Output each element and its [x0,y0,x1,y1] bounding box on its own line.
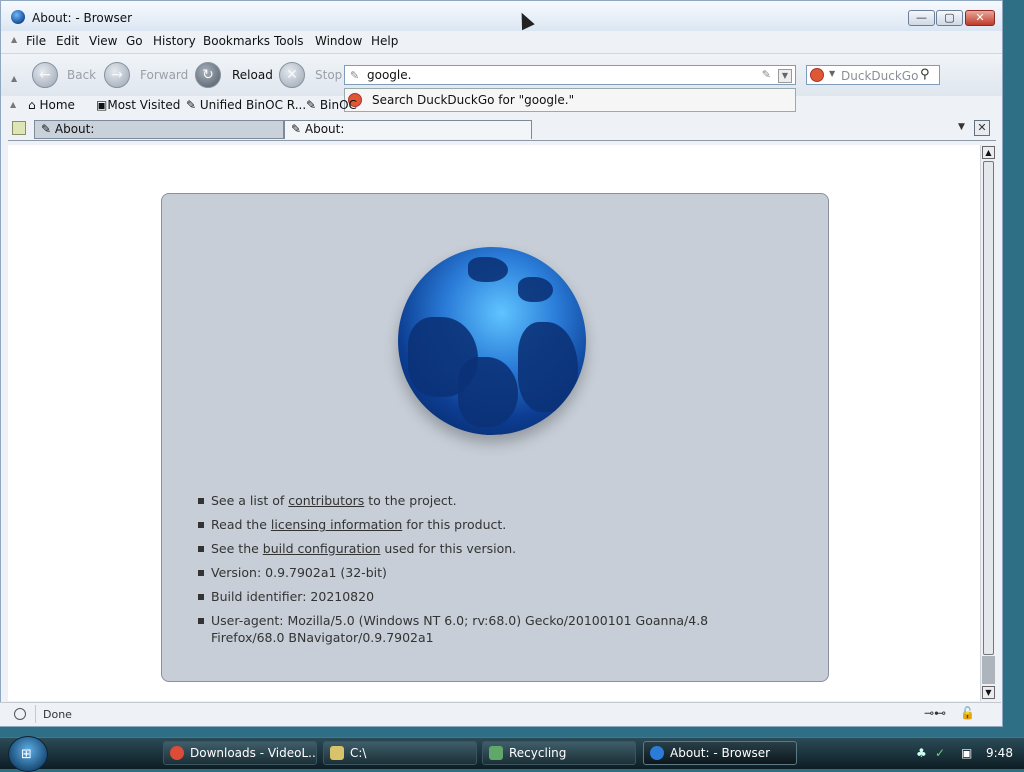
menu-history[interactable]: History [153,34,196,48]
stop-button[interactable]: Stop [315,68,342,82]
status-divider [35,705,36,723]
search-bar[interactable]: ▼ DuckDuckGo ⚲ [806,65,940,85]
stop-icon[interactable]: ✕ [279,62,305,88]
chrome-icon [170,746,184,760]
globe-logo-icon [398,247,586,435]
menu-edit[interactable]: Edit [56,34,79,48]
version-text: Version: 0.9.7902a1 (32-bit) [195,564,761,581]
build-identifier-text: Build identifier: 20210820 [195,588,761,605]
taskbar-item-browser[interactable]: About: - Browser [643,741,797,765]
page-icon: ✎ [41,122,52,136]
licensing-information-link[interactable]: licensing information [271,517,402,532]
tab-list-dropdown-icon[interactable]: ▼ [958,122,965,132]
taskbar-item-downloads[interactable]: Downloads - VideoL... [163,741,317,765]
close-tab-icon[interactable]: ✕ [974,120,990,136]
build-configuration-link[interactable]: build configuration [263,541,381,556]
window-title: About: - Browser [32,11,133,25]
menu-tools[interactable]: Tools [274,34,304,48]
online-plug-icon[interactable]: ⊸⊷ [924,706,946,720]
tab-about-2[interactable]: ✎ About: [284,120,532,139]
reload-button[interactable]: Reload [232,68,273,82]
autocomplete-popup[interactable]: Search DuckDuckGo for "google." [344,88,796,112]
title-bar[interactable]: About: - Browser — ▢ ✕ [1,1,1002,31]
menu-bookmarks[interactable]: Bookmarks [203,34,270,48]
browser-app-icon [650,746,664,760]
bookmark-icon: ✎ [186,98,197,112]
vertical-scrollbar[interactable]: ▲ ▼ [980,145,996,701]
security-tray-icon[interactable]: ✓ [935,746,949,760]
autocomplete-suggestion[interactable]: Search DuckDuckGo for "google." [372,93,574,107]
taskbar: ⊞ Downloads - VideoL... C:\ Recycling Ab… [0,736,1024,772]
menu-help[interactable]: Help [371,34,398,48]
toolbar-grip-icon[interactable]: ▲ [10,100,16,109]
menu-file[interactable]: File [26,34,46,48]
toolbar-grip-icon[interactable]: ▲ [11,35,17,44]
status-globe-icon [14,708,26,720]
reload-icon[interactable]: ↻ [195,62,221,88]
start-button[interactable]: ⊞ [8,736,48,772]
list-item: See a list of contributors to the projec… [195,492,761,509]
bookmark-most-visited[interactable]: ▣Most Visited [96,98,180,112]
recycle-bin-icon [489,746,503,760]
contributors-link[interactable]: contributors [288,493,364,508]
scrollbar-track-bottom[interactable] [982,656,995,684]
home-icon: ⌂ [28,98,36,112]
page-icon: ✎ [291,122,302,136]
duckduckgo-icon[interactable] [810,68,824,82]
minimize-button[interactable]: — [908,10,935,26]
bookmarks-toolbar: ▲ ⌂ Home ▣Most Visited ✎ Unified BinOC R… [0,94,357,116]
forward-arrow-icon[interactable]: → [104,62,130,88]
folder-icon [330,746,344,760]
clock[interactable]: 9:48 [986,746,1013,760]
taskbar-item-recycling[interactable]: Recycling [482,741,636,765]
list-item: See the build configuration used for thi… [195,540,761,557]
folder-icon: ▣ [96,98,108,112]
bookmark-binoc[interactable]: ✎ BinOC [306,98,357,112]
taskbar-item-c-drive[interactable]: C:\ [323,741,477,765]
scroll-up-icon[interactable]: ▲ [982,146,995,159]
display-tray-icon[interactable]: ▣ [961,746,975,760]
list-item: Read the licensing information for this … [195,516,761,533]
search-input[interactable]: DuckDuckGo [841,69,918,83]
magnifier-search-icon[interactable]: ⚲ [920,67,930,82]
browser-app-icon [11,10,25,24]
windows-logo-icon: ⊞ [21,747,32,762]
status-bar: Done ⊸⊷ 🔓 [0,702,1001,726]
tab-bar: ✎ About: ✎ About: ▼ ✕ [8,118,996,141]
back-arrow-icon[interactable]: ← [32,62,58,88]
menu-go[interactable]: Go [126,34,143,48]
back-button[interactable]: Back [67,68,96,82]
scrollbar-thumb[interactable] [983,161,994,655]
new-tab-icon[interactable] [12,121,26,135]
bookmark-unified-binoc[interactable]: ✎ Unified BinOC R... [186,98,306,112]
maximize-button[interactable]: ▢ [936,10,963,26]
url-bar[interactable]: ✎ ✎ ▼ [344,65,796,85]
bookmark-home[interactable]: ⌂ Home [28,98,75,112]
url-input[interactable] [367,67,747,83]
security-lock-icon[interactable]: 🔓 [960,706,975,720]
network-tray-icon[interactable]: ♣ [916,746,930,760]
status-text: Done [43,708,72,721]
about-info-list: See a list of contributors to the projec… [195,492,761,653]
menu-window[interactable]: Window [315,34,362,48]
search-engine-dropdown-icon[interactable]: ▼ [829,69,835,78]
scroll-down-icon[interactable]: ▼ [982,686,995,699]
menu-bar: ▲ File Edit View Go History Bookmarks To… [1,31,1002,51]
toolbar-grip-icon[interactable]: ▲ [11,74,17,83]
bookmark-icon: ✎ [306,98,317,112]
user-agent-text: User-agent: Mozilla/5.0 (Windows NT 6.0;… [195,612,761,646]
close-window-button[interactable]: ✕ [965,10,995,26]
page-icon: ✎ [350,69,360,82]
bookmark-page-icon[interactable]: ✎ [762,68,771,81]
tab-about-1[interactable]: ✎ About: [34,120,284,139]
menu-view[interactable]: View [89,34,117,48]
url-dropdown-icon[interactable]: ▼ [778,69,792,83]
forward-button[interactable]: Forward [140,68,188,82]
